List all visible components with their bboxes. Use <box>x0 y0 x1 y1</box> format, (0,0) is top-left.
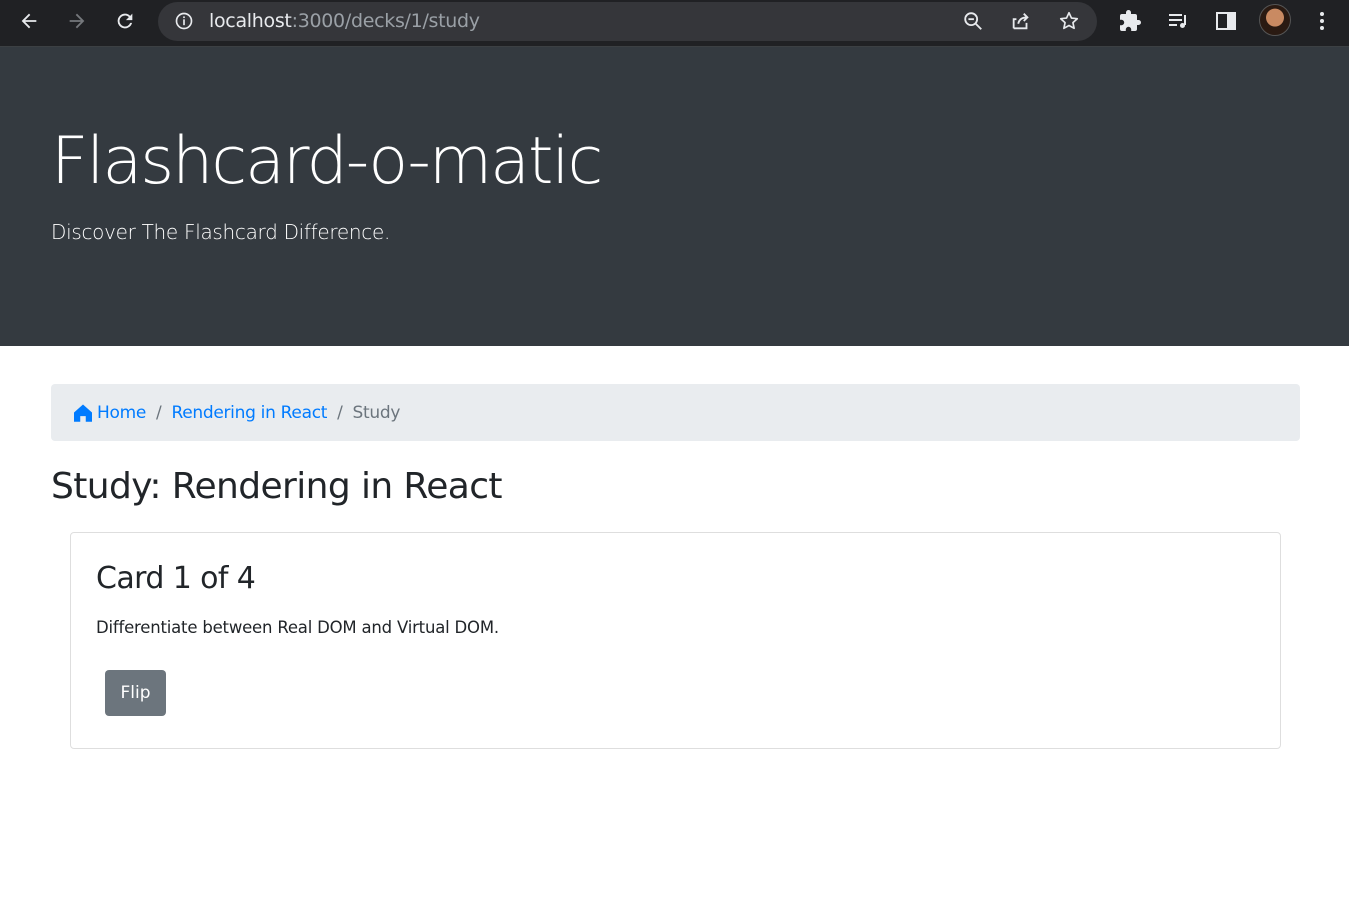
address-bar[interactable]: localhost:3000/decks/1/study <box>158 2 1097 41</box>
media-queue-icon[interactable] <box>1163 6 1193 36</box>
forward-arrow-icon <box>69 13 85 29</box>
study-card: Card 1 of 4 Differentiate between Real D… <box>70 532 1281 749</box>
breadcrumb-home-link[interactable]: Home <box>73 403 146 423</box>
back-button[interactable] <box>12 6 46 36</box>
site-tagline: Discover The Flashcard Difference. <box>51 220 391 244</box>
extensions-icon[interactable] <box>1115 6 1145 36</box>
back-arrow-icon <box>21 13 37 29</box>
site-info-icon[interactable] <box>174 11 194 31</box>
breadcrumb-separator: / <box>337 402 343 423</box>
card-front-text: Differentiate between Real DOM and Virtu… <box>96 618 499 637</box>
breadcrumb-separator: / <box>156 402 162 423</box>
reload-icon <box>117 13 133 29</box>
share-icon[interactable] <box>1010 10 1032 32</box>
card-title: Card 1 of 4 <box>96 561 256 596</box>
header-jumbotron: Flashcard-o-matic Discover The Flashcard… <box>0 47 1349 346</box>
profile-avatar[interactable] <box>1259 4 1291 36</box>
url-path: :3000/decks/1/study <box>291 10 480 32</box>
breadcrumb-deck-link[interactable]: Rendering in React <box>171 403 327 423</box>
breadcrumb-home-label: Home <box>97 402 147 423</box>
side-panel-icon[interactable] <box>1211 6 1241 36</box>
reload-button[interactable] <box>108 6 142 36</box>
url-host: localhost <box>209 10 292 32</box>
site-title: Flashcard-o-matic <box>51 124 603 199</box>
bookmark-star-icon[interactable] <box>1058 10 1080 32</box>
browser-menu-icon[interactable] <box>1307 6 1337 36</box>
zoom-icon[interactable] <box>962 10 984 32</box>
forward-button[interactable] <box>60 6 94 36</box>
breadcrumb-current: Study <box>352 402 401 423</box>
page-title: Study: Rendering in React <box>51 466 503 507</box>
flip-button[interactable]: Flip <box>105 670 166 716</box>
url-text[interactable]: localhost:3000/decks/1/study <box>209 10 480 32</box>
breadcrumb: Home / Rendering in React / Study <box>51 384 1300 441</box>
home-icon <box>74 404 92 422</box>
browser-toolbar: localhost:3000/decks/1/study <box>0 0 1349 47</box>
